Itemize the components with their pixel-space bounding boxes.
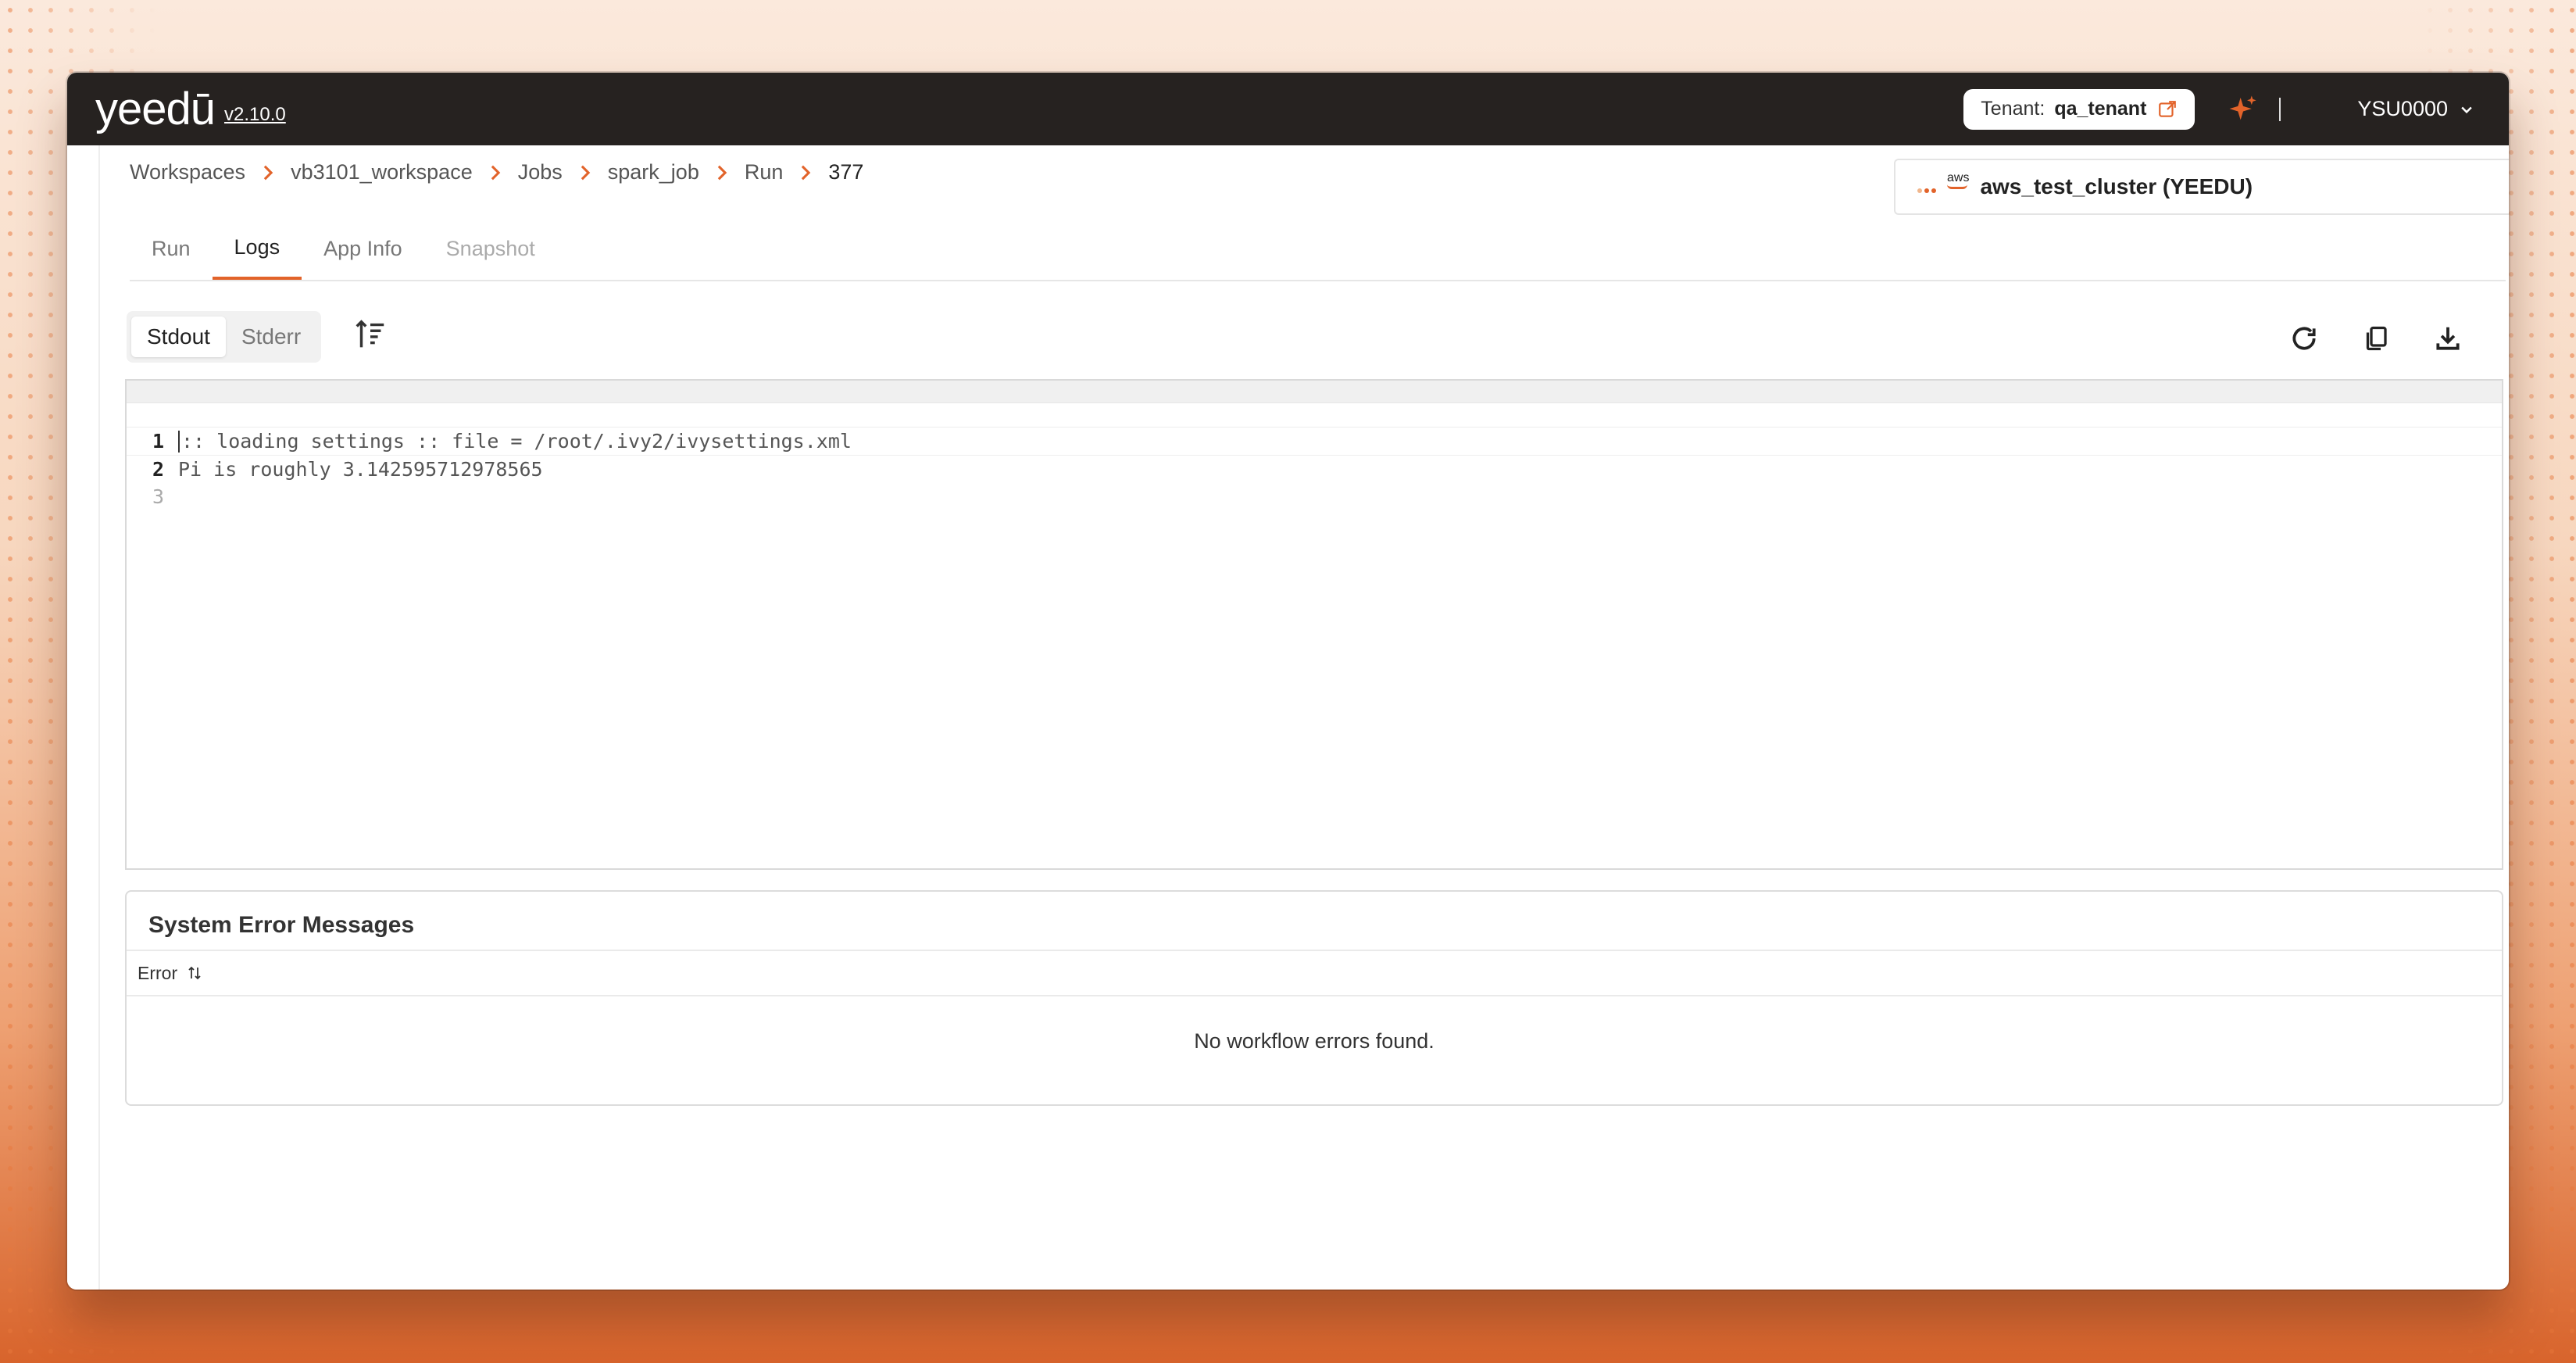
log-line: 2 Pi is roughly 3.142595712978565 (127, 456, 2502, 483)
breadcrumb-job[interactable]: spark_job (608, 160, 699, 184)
error-panel-title: System Error Messages (148, 912, 415, 938)
error-column-label: Error (138, 962, 178, 983)
system-error-panel: System Error Messages Error No workflow … (125, 890, 2503, 1106)
log-line: 3 (127, 483, 2502, 510)
cluster-selector[interactable]: aws aws_test_cluster (YEEDU) (1894, 159, 2509, 215)
text-cursor (178, 430, 180, 453)
sort-icon[interactable] (185, 964, 204, 982)
version-link[interactable]: v2.10.0 (224, 104, 286, 126)
tab-snapshot: Snapshot (445, 236, 535, 260)
breadcrumb: Workspaces vb3101_workspace Jobs spark_j… (130, 160, 863, 184)
sparkle-icon[interactable] (2228, 94, 2259, 125)
line-number: 3 (152, 485, 164, 508)
external-link-icon (2159, 100, 2177, 117)
chevron-down-icon (2461, 106, 2472, 113)
cluster-name: aws_test_cluster (YEEDU) (1980, 174, 2253, 199)
breadcrumb-workspaces[interactable]: Workspaces (130, 160, 245, 184)
tenant-value: qa_tenant (2054, 98, 2147, 120)
error-column-header[interactable]: Error (127, 950, 2502, 996)
line-number: 1 (152, 430, 164, 453)
download-icon[interactable] (2431, 321, 2465, 356)
yeedu-logo[interactable]: yeedū (95, 83, 216, 135)
aws-icon: aws (1947, 172, 1969, 189)
topbar-divider (2279, 97, 2281, 121)
empty-state-message: No workflow errors found. (1194, 1029, 1434, 1053)
app-window: yeedū v2.10.0 Tenant: qa_tenant YSU0000 … (67, 73, 2509, 1290)
tenant-label: Tenant: (1981, 98, 2045, 120)
chevron-right-icon (715, 164, 729, 181)
editor-header (127, 381, 2502, 403)
log-viewer[interactable]: 1 :: loading settings :: file = /root/.i… (125, 379, 2503, 870)
line-text: :: loading settings :: file = /root/.ivy… (181, 430, 852, 453)
user-name: YSU0000 (2357, 97, 2448, 120)
tenant-badge[interactable]: Tenant: qa_tenant (1963, 88, 2195, 130)
chevron-right-icon (799, 164, 813, 181)
log-actions (2287, 321, 2465, 356)
chevron-right-icon (578, 164, 592, 181)
line-text: Pi is roughly 3.142595712978565 (178, 458, 543, 481)
breadcrumb-current: 377 (828, 160, 864, 184)
copy-icon[interactable] (2359, 321, 2393, 356)
line-number: 2 (152, 458, 164, 481)
tab-logs[interactable]: Logs (212, 217, 302, 280)
stdout-option[interactable]: Stdout (131, 317, 226, 357)
cluster-status-icon (1917, 188, 1936, 193)
tab-run[interactable]: Run (130, 217, 213, 280)
breadcrumb-jobs[interactable]: Jobs (518, 160, 563, 184)
log-line: 1 :: loading settings :: file = /root/.i… (127, 427, 2502, 456)
log-stream-toggle: Stdout Stderr (127, 311, 322, 363)
tab-bar: Run Logs App Info Snapshot (130, 217, 2506, 281)
tab-app-info[interactable]: App Info (302, 217, 424, 280)
sort-order-icon[interactable] (352, 317, 388, 353)
chevron-right-icon (488, 164, 502, 181)
breadcrumb-workspace[interactable]: vb3101_workspace (291, 160, 473, 184)
top-bar: yeedū v2.10.0 Tenant: qa_tenant YSU0000 (67, 73, 2509, 145)
left-sidebar-rail (67, 145, 100, 1290)
chevron-right-icon (261, 164, 275, 181)
stderr-option[interactable]: Stderr (226, 317, 316, 357)
breadcrumb-run[interactable]: Run (745, 160, 784, 184)
refresh-icon[interactable] (2287, 321, 2321, 356)
user-menu[interactable]: YSU0000 (2357, 97, 2474, 121)
log-lines: 1 :: loading settings :: file = /root/.i… (127, 427, 2502, 510)
